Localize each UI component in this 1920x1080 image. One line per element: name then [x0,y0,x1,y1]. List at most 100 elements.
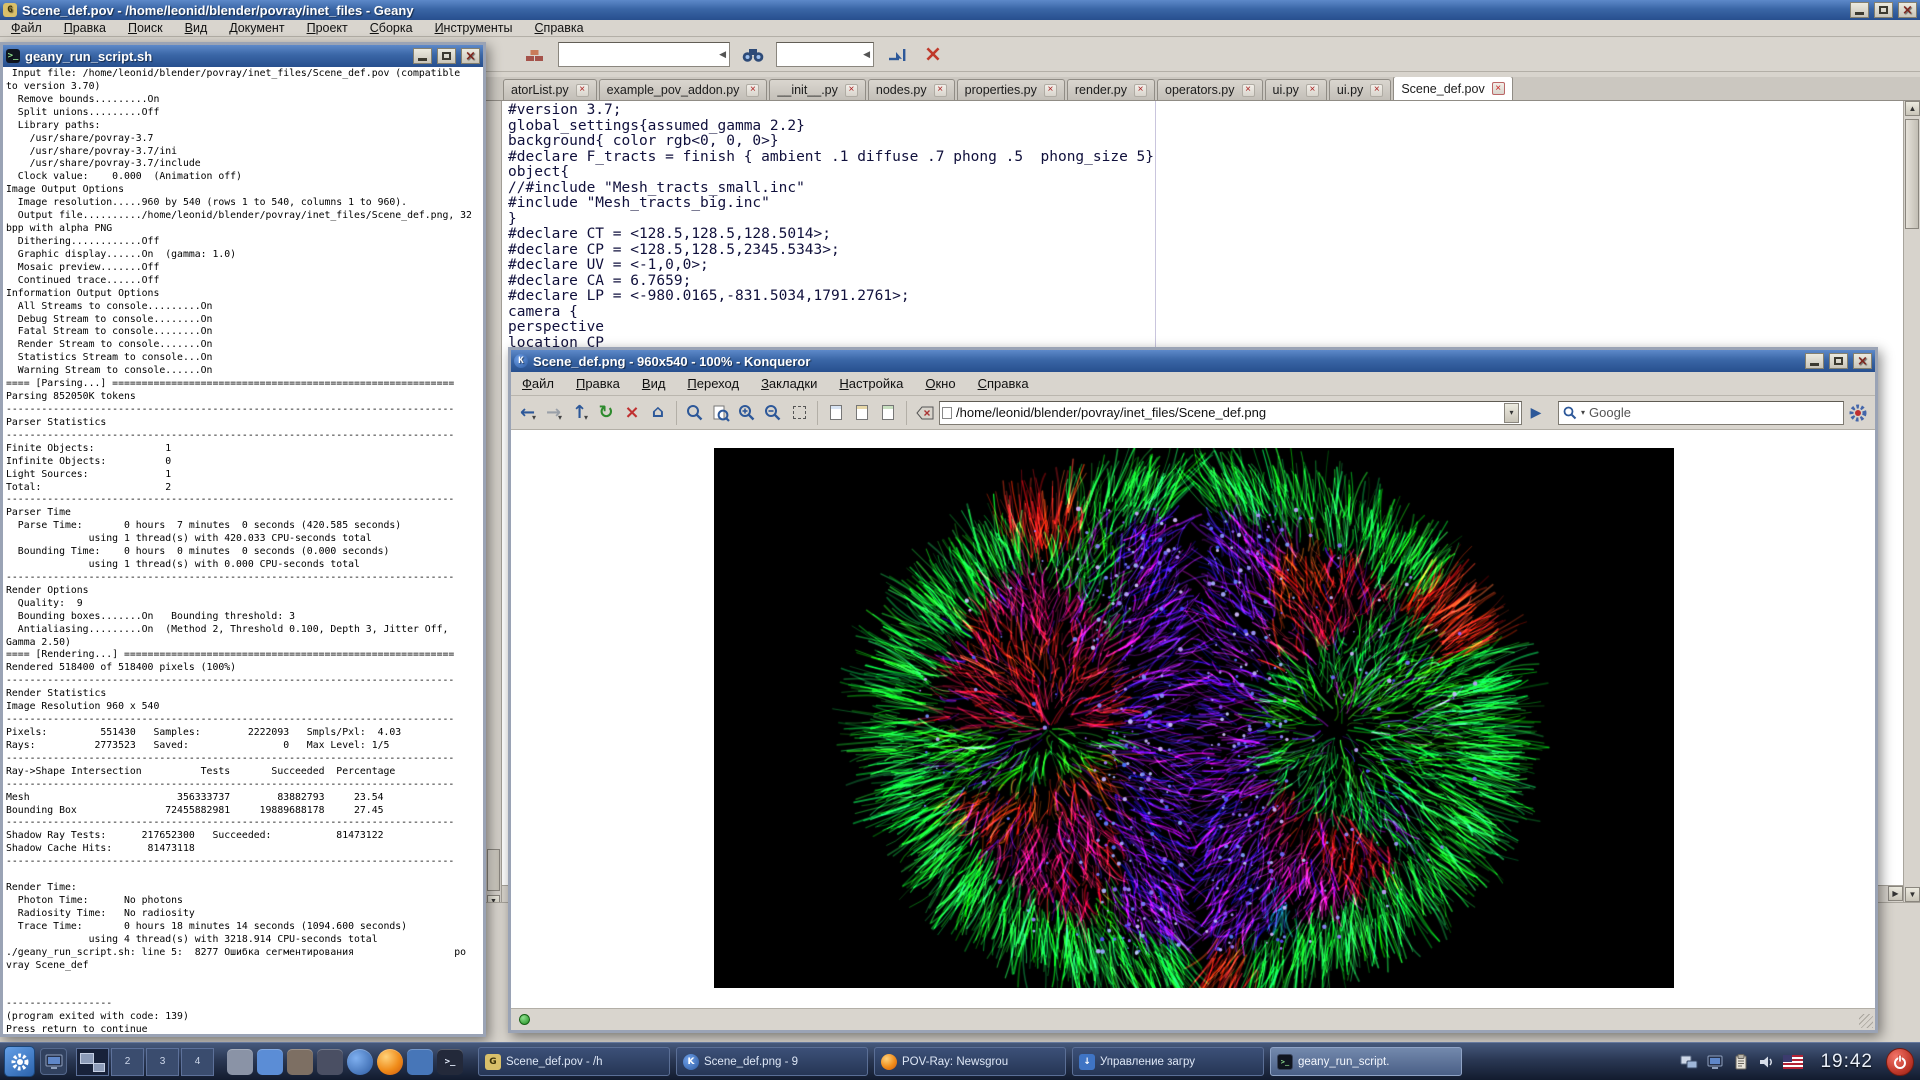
geany-titlebar[interactable]: G Scene_def.pov - /home/leonid/blender/p… [0,0,1920,20]
tab-ui.py[interactable]: ui.py× [1265,79,1327,100]
zoom-out-button[interactable] [761,399,785,427]
clock[interactable]: 19:42 [1820,1051,1873,1073]
web-search-input[interactable] [1589,405,1839,420]
up-button[interactable]: ↑▾ [568,399,592,427]
resize-grip[interactable] [1859,1014,1873,1028]
taskbar-button-kget[interactable]: Управление загру [1072,1047,1264,1076]
keyboard-flag-us[interactable] [1783,1053,1803,1071]
search-dropdown-icon[interactable]: ▾ [1581,408,1585,417]
tab-Scene_def.pov[interactable]: Scene_def.pov× [1393,77,1512,100]
terminal-titlebar[interactable]: >_ geany_run_script.sh × [3,45,483,67]
view-mode-detail-button[interactable] [876,399,900,427]
web-search-bar[interactable]: ▾ [1558,401,1844,425]
launcher-system-settings[interactable] [227,1049,253,1075]
tab-close-icon[interactable]: × [1492,82,1505,95]
close-button[interactable]: × [461,48,480,64]
goto-line-icon[interactable] [884,41,910,69]
view-mode-list-button[interactable] [850,399,874,427]
taskbar-button-geany[interactable]: Scene_def.pov - /h [478,1047,670,1076]
launcher-konsole[interactable]: >_ [437,1049,463,1075]
tab-close-icon[interactable]: × [934,84,947,97]
show-desktop-button[interactable] [40,1048,67,1075]
konqueror-menu-item[interactable]: Переход [676,372,750,395]
taskbar-button-terminal[interactable]: geany_run_script. [1270,1047,1462,1076]
clear-location-button[interactable] [913,399,937,427]
stop-button[interactable]: × [620,399,644,427]
minimize-button[interactable] [413,48,432,64]
home-button[interactable]: ⌂ [646,399,670,427]
zoom-page-button[interactable] [709,399,733,427]
kmenu-button[interactable] [4,1046,35,1077]
close-button[interactable]: × [1853,353,1872,369]
minimize-button[interactable] [1805,353,1824,369]
search-input[interactable] [558,42,730,67]
tab-render.py[interactable]: render.py× [1067,79,1155,100]
tab-example_pov_addon.py[interactable]: example_pov_addon.py× [599,79,768,100]
scrollbar-thumb[interactable] [1905,119,1919,229]
konqueror-menu-item[interactable]: Вид [631,372,677,395]
forward-button[interactable]: →▾ [542,399,566,427]
maximize-button[interactable] [437,48,456,64]
scroll-up-icon[interactable]: ▲ [1905,101,1920,116]
zoom-fit-button[interactable] [683,399,707,427]
network-icon[interactable] [1679,1053,1699,1071]
geany-menu-item[interactable]: Проект [296,20,359,36]
tab-ui.py[interactable]: ui.py× [1329,79,1391,100]
close-button[interactable]: × [1898,2,1917,18]
tab-close-icon[interactable]: × [1370,84,1383,97]
tab-properties.py[interactable]: properties.py× [957,79,1065,100]
maximize-button[interactable] [1829,353,1848,369]
launcher-firefox[interactable] [377,1049,403,1075]
goto-line-input[interactable] [776,42,874,67]
reload-button[interactable]: ↻ [594,399,618,427]
tab-__init__.py[interactable]: __init__.py× [769,79,865,100]
location-bar[interactable]: ▾ [939,401,1522,425]
konqueror-menu-item[interactable]: Правка [565,372,631,395]
location-dropdown-icon[interactable]: ▾ [1504,403,1519,423]
back-button[interactable]: ←▾ [516,399,540,427]
geany-menu-item[interactable]: Инструменты [424,20,524,36]
konqueror-titlebar[interactable]: K Scene_def.png - 960x540 - 100% - Konqu… [511,350,1875,372]
maximize-button[interactable] [1874,2,1893,18]
geany-menu-item[interactable]: Сборка [359,20,424,36]
select-tool-button[interactable] [787,399,811,427]
desktop-4[interactable]: 4 [181,1048,214,1076]
taskbar-button-firefox[interactable]: POV-Ray: Newsgrou [874,1047,1066,1076]
forward-dropdown-icon[interactable]: ▾ [558,413,562,427]
go-button[interactable]: ▶ [1524,399,1548,427]
tab-close-icon[interactable]: × [845,84,858,97]
scrollbar-thumb[interactable] [487,849,500,891]
klipper-icon[interactable] [1731,1053,1751,1071]
tab-nodes.py[interactable]: nodes.py× [868,79,955,100]
geany-menu-item[interactable]: Документ [218,20,295,36]
tab-close-icon[interactable]: × [1306,84,1319,97]
view-mode-icon-button[interactable] [824,399,848,427]
display-icon[interactable] [1705,1053,1725,1071]
tab-atorList.py[interactable]: atorList.py× [503,79,597,100]
zoom-in-button[interactable] [735,399,759,427]
launcher-krita[interactable] [317,1049,343,1075]
launcher-gimp[interactable] [287,1049,313,1075]
scroll-right-icon[interactable]: ▶ [1888,886,1903,901]
geany-menu-item[interactable]: Поиск [117,20,174,36]
konqueror-menu-item[interactable]: Файл [511,372,565,395]
launcher-kate-editor[interactable] [257,1049,283,1075]
power-button[interactable] [1886,1048,1914,1076]
tab-close-icon[interactable]: × [1044,84,1057,97]
geany-menu-item[interactable]: Справка [524,20,595,36]
terminal-output[interactable]: Input file: /home/leonid/blender/povray/… [3,67,483,1034]
konqueror-gear-icon[interactable] [1846,399,1870,427]
geany-menu-item[interactable]: Вид [174,20,219,36]
minimize-button[interactable] [1850,2,1869,18]
quit-icon[interactable]: × [920,41,946,69]
geany-menu-item[interactable]: Правка [53,20,117,36]
konqueror-menu-item[interactable]: Справка [967,372,1040,395]
back-dropdown-icon[interactable]: ▾ [532,413,536,427]
up-dropdown-icon[interactable]: ▾ [584,413,588,427]
konqueror-menu-item[interactable]: Настройка [828,372,914,395]
location-input[interactable] [956,405,1500,420]
launcher-konqueror-globe[interactable] [347,1049,373,1075]
tab-close-icon[interactable]: × [1134,84,1147,97]
tab-close-icon[interactable]: × [746,84,759,97]
editor-vertical-scrollbar[interactable]: ▲ ▼ [1903,101,1920,902]
